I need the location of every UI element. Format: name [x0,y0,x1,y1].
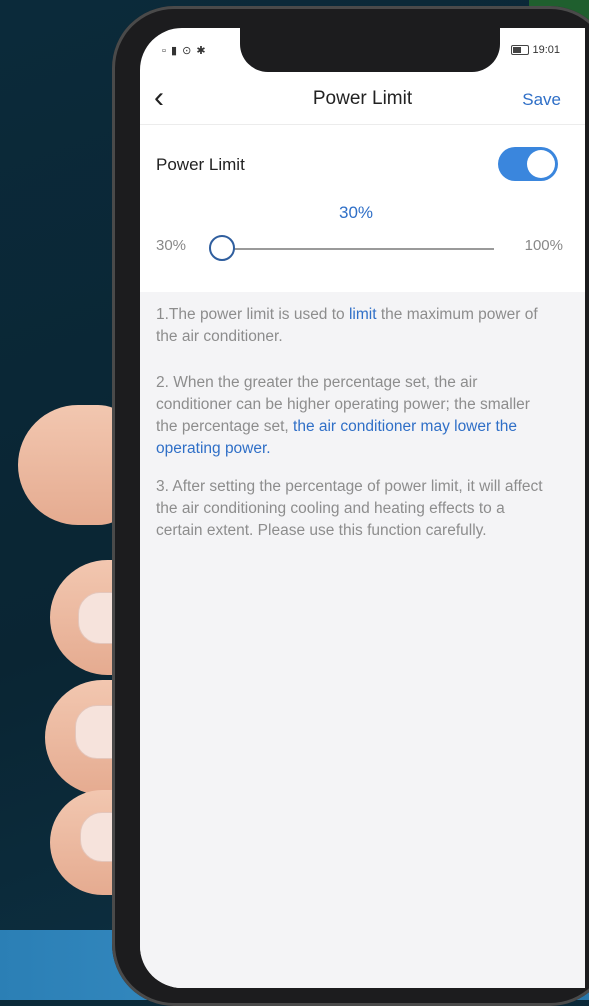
status-right: 19:01 [511,44,560,56]
slider-max-label: 100% [524,237,563,254]
note-1-text: 1.The power limit is used to [156,306,349,323]
phone-screen: ▫ ▮ ⊙ ✱ 19:01 ‹ Power Limit Save Power L… [140,28,585,988]
note-1-highlight: limit [348,306,377,323]
note-3: 3. After setting the percentage of power… [156,478,543,539]
save-button[interactable]: Save [522,90,561,110]
note-1: 1.The power limit is used to limit the m… [156,304,554,348]
slider-thumb[interactable] [209,235,235,261]
status-time: 19:01 [532,44,560,56]
slider-min-label: 30% [156,237,187,254]
toggle-knob [527,150,555,178]
battery-icon [511,45,530,56]
note-2: 2. When the greater the percentage set, … [156,372,554,460]
phone-notch [240,20,500,72]
power-limit-label: Power Limit [156,155,245,174]
page-title: Power Limit [312,88,413,109]
slider-value-label: 30% [338,203,374,222]
power-limit-card: Power Limit 30% 30% 100% [140,124,585,293]
nav-bar: ‹ Power Limit Save [140,76,585,120]
status-icons: ▫ ▮ ⊙ ✱ [162,45,207,57]
power-limit-toggle[interactable] [498,147,558,181]
notes-section: 1.The power limit is used to limit the m… [140,292,585,988]
slider-track[interactable] [222,248,494,250]
